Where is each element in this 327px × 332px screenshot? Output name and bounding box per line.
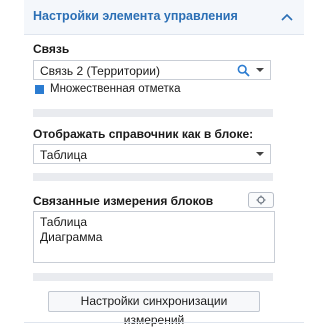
display-combobox-value: Таблица xyxy=(40,148,88,162)
linked-dimensions-label: Связанные измерения блоков xyxy=(33,194,214,208)
panel-title: Настройки элемента управления xyxy=(33,9,238,23)
search-icon[interactable] xyxy=(237,64,250,77)
linked-dimensions-settings-button[interactable] xyxy=(248,192,274,208)
horizontal-scrollbar[interactable] xyxy=(33,273,273,281)
list-item[interactable]: Диаграмма xyxy=(40,230,102,244)
list-item[interactable]: Таблица xyxy=(40,215,87,229)
multi-select-checkbox[interactable] xyxy=(35,85,44,94)
gear-icon xyxy=(256,195,266,205)
dropdown-arrow-icon[interactable] xyxy=(256,68,264,72)
chevron-up-icon[interactable] xyxy=(280,11,294,23)
link-combobox-value: Связь 2 (Территории) xyxy=(40,64,160,78)
linked-dimensions-list[interactable]: Таблица Диаграмма xyxy=(33,211,275,263)
link-combobox[interactable]: Связь 2 (Территории) xyxy=(33,60,271,80)
divider xyxy=(24,322,304,323)
horizontal-scrollbar[interactable] xyxy=(33,109,273,117)
sync-dimensions-settings-button[interactable]: Настройки синхронизации измерений xyxy=(48,291,260,327)
display-combobox[interactable]: Таблица xyxy=(33,144,271,164)
link-label: Связь xyxy=(33,42,70,56)
horizontal-scrollbar[interactable] xyxy=(33,173,273,181)
dropdown-arrow-icon[interactable] xyxy=(256,152,264,156)
control-settings-panel: Настройки элемента управления Связь Связ… xyxy=(24,0,304,332)
panel-header[interactable]: Настройки элемента управления xyxy=(24,0,304,35)
multi-select-label: Множественная отметка xyxy=(50,83,181,95)
display-label: Отображать справочник как в блоке: xyxy=(33,127,254,141)
